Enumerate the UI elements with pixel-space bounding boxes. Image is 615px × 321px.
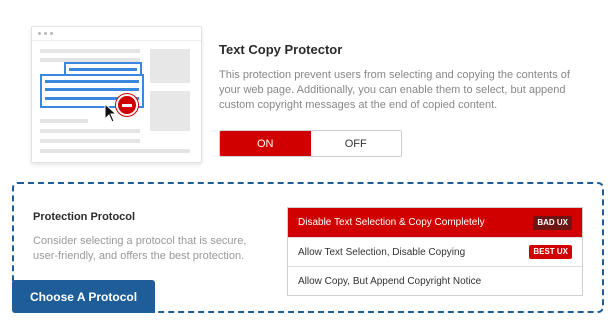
window-dots [38, 32, 53, 35]
protocol-title: Protection Protocol [33, 211, 136, 223]
option-label: Allow Text Selection, Disable Copying [298, 246, 466, 258]
protector-title: Text Copy Protector [219, 42, 343, 57]
protector-toggle: ON OFF [219, 130, 402, 157]
protocol-description: Consider selecting a protocol that is se… [33, 235, 247, 262]
toggle-off-button[interactable]: OFF [310, 131, 401, 156]
protocol-options: Disable Text Selection & Copy Completely… [287, 207, 583, 296]
protector-description: This protection prevent users from selec… [219, 69, 570, 111]
best-ux-badge: BEST UX [529, 245, 572, 259]
toggle-on-button[interactable]: ON [220, 131, 311, 156]
protocol-option-disable-copying[interactable]: Allow Text Selection, Disable Copying BE… [288, 237, 582, 266]
protocol-option-append-notice[interactable]: Allow Copy, But Append Copyright Notice [288, 266, 582, 295]
protocol-option-disable-completely[interactable]: Disable Text Selection & Copy Completely… [288, 208, 582, 237]
choose-protocol-button[interactable]: Choose A Protocol [12, 280, 155, 313]
option-label: Disable Text Selection & Copy Completely [298, 217, 485, 228]
option-label: Allow Copy, But Append Copyright Notice [298, 275, 482, 287]
cursor-arrow-icon [104, 103, 118, 123]
bad-ux-badge: BAD UX [533, 215, 572, 230]
copy-protection-illustration [31, 26, 202, 163]
stop-icon [116, 94, 138, 116]
